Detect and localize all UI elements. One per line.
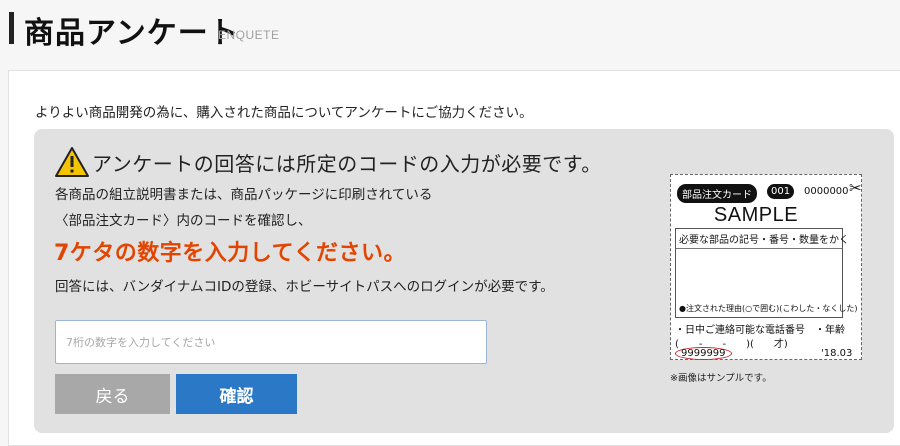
page-title: 商品アンケート: [24, 16, 240, 51]
card-serial: 0000000: [804, 186, 849, 197]
page-header: 商品アンケート ENQUETE: [0, 0, 900, 64]
card-reason: ●注文された理由(○で囲む)(こわした・なくした): [679, 304, 858, 313]
card-number: 001: [767, 184, 795, 199]
notice-line-2: 〈部品注文カード〉内のコードを確認し、: [55, 213, 312, 229]
notice-line-1: 各商品の組立説明書または、商品パッケージに印刷されている: [55, 187, 433, 203]
notice-line-3: 回答には、バンダイナムコIDの登録、ホビーサイトパスへのログインが必要です。: [55, 279, 554, 295]
main-content: よりよい商品開発の為に、購入された商品についてアンケートにご協力ください。 アン…: [8, 70, 900, 446]
card-box-heading: 必要な部品の記号・番号・数量をかく: [676, 229, 849, 249]
scissors-icon: ✂: [849, 179, 862, 197]
sample-order-card: 部品注文カード 001 0000000 ✂ SAMPLE 必要な部品の記号・番号…: [670, 174, 862, 360]
card-date: '18.03: [821, 348, 853, 359]
notice-heading: アンケートの回答には所定のコードの入力が必要です。: [92, 152, 602, 176]
code-input[interactable]: [55, 320, 487, 364]
card-label: 部品注文カード: [677, 184, 757, 203]
page-subtitle: ENQUETE: [218, 28, 280, 42]
card-parts-box: 必要な部品の記号・番号・数量をかく ●注文された理由(○で囲む)(こわした・なく…: [675, 228, 857, 318]
card-phone-line: ・日中ご連絡可能な電話番号 ・年齢: [675, 325, 845, 336]
enquete-panel: アンケートの回答には所定のコードの入力が必要です。 各商品の組立説明書または、商…: [34, 129, 894, 433]
intro-text: よりよい商品開発の為に、購入された商品についてアンケートにご協力ください。: [35, 105, 533, 121]
card-code: 9999999: [675, 347, 732, 360]
back-button[interactable]: 戻る: [55, 374, 170, 414]
sample-note: ※画像はサンプルです。: [670, 373, 772, 384]
confirm-button[interactable]: 確認: [176, 374, 297, 414]
notice-emphasis: 7ケタの数字を入力してください。: [54, 241, 406, 266]
card-sample-text: SAMPLE: [713, 204, 799, 226]
warning-icon: [55, 147, 89, 177]
title-accent-bar: [9, 12, 14, 44]
